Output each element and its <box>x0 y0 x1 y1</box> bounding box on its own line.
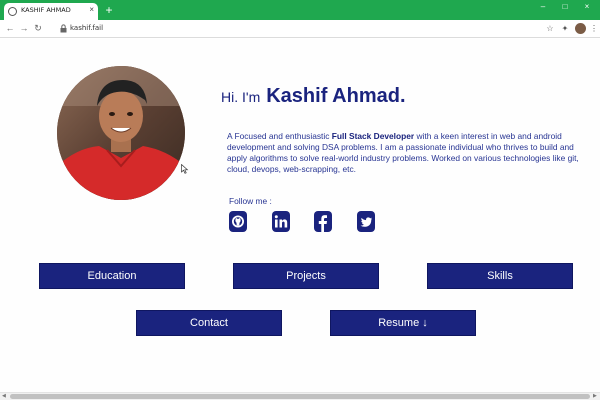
browser-toolbar: ← → ↻ kashif.fail ☆ ✦ ⋮ <box>0 20 600 38</box>
facebook-link[interactable] <box>314 211 332 232</box>
scroll-right-icon[interactable]: ▶ <box>593 393 597 399</box>
greeting-prefix: Hi. I'm <box>221 89 261 105</box>
browser-tab[interactable]: KASHIF AHMAD × <box>4 3 98 20</box>
linkedin-icon <box>274 215 288 228</box>
site-favicon-icon <box>8 7 17 16</box>
contact-button[interactable]: Contact <box>136 310 282 336</box>
extensions-icon[interactable]: ✦ <box>560 24 570 34</box>
resume-download-button[interactable]: Resume ↓ <box>330 310 476 336</box>
mouse-cursor-icon <box>181 164 189 174</box>
bio-text-start: A Focused and enthusiastic <box>227 131 332 141</box>
bio-highlight: Full Stack Developer <box>331 131 415 141</box>
github-link[interactable] <box>229 211 247 232</box>
greeting-heading: Hi. I'm Kashif Ahmad. <box>221 85 406 108</box>
star-icon[interactable]: ☆ <box>545 24 555 34</box>
owner-name: Kashif Ahmad. <box>266 85 406 107</box>
forward-button[interactable]: → <box>18 23 30 33</box>
twitter-icon <box>360 217 372 227</box>
address-bar[interactable]: kashif.fail <box>58 22 558 36</box>
follow-label: Follow me : <box>229 196 272 206</box>
lock-icon <box>60 24 67 33</box>
skills-button[interactable]: Skills <box>427 263 573 289</box>
scrollbar-thumb[interactable] <box>10 394 590 399</box>
new-tab-button[interactable]: + <box>102 3 116 17</box>
page-content: Hi. I'm Kashif Ahmad. A Focused and enthu… <box>0 39 600 392</box>
scroll-left-icon[interactable]: ◀ <box>2 393 6 399</box>
profile-avatar[interactable] <box>575 23 586 34</box>
person-portrait-icon <box>57 66 185 200</box>
bio-paragraph: A Focused and enthusiastic Full Stack De… <box>227 131 587 175</box>
menu-icon[interactable]: ⋮ <box>589 24 599 34</box>
facebook-icon <box>318 215 327 232</box>
url-text: kashif.fail <box>70 24 104 32</box>
twitter-link[interactable] <box>357 211 375 232</box>
github-icon <box>232 215 244 228</box>
back-button[interactable]: ← <box>4 23 16 33</box>
maximize-button[interactable]: □ <box>558 2 572 11</box>
close-window-button[interactable]: × <box>580 2 594 11</box>
tab-close-icon[interactable]: × <box>89 5 94 14</box>
profile-photo <box>57 66 185 200</box>
linkedin-link[interactable] <box>272 211 290 232</box>
minimize-button[interactable]: – <box>536 2 550 11</box>
education-button[interactable]: Education <box>39 263 185 289</box>
tab-title: KASHIF AHMAD <box>21 6 71 14</box>
reload-button[interactable]: ↻ <box>32 23 44 34</box>
browser-tab-bar: KASHIF AHMAD × + – □ × <box>0 0 600 20</box>
horizontal-scrollbar[interactable]: ◀ ▶ <box>0 392 600 400</box>
projects-button[interactable]: Projects <box>233 263 379 289</box>
